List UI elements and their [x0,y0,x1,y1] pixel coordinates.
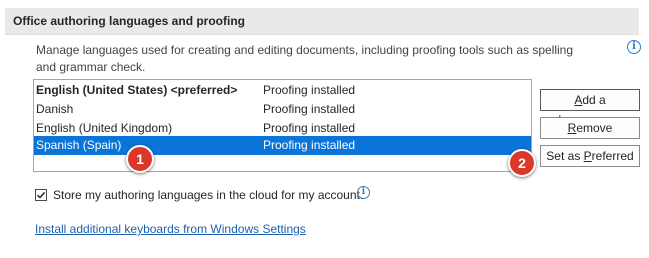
language-row-danish[interactable]: Danish Proofing installed [34,100,531,119]
language-row-english-us[interactable]: English (United States) <preferred> Proo… [34,81,531,100]
remove-button[interactable]: Remove [540,117,640,139]
language-list[interactable]: English (United States) <preferred> Proo… [33,79,532,172]
step-badge-1: 1 [126,145,154,173]
section-header: Office authoring languages and proofing [5,8,639,35]
language-row-spanish-selected[interactable]: Spanish (Spain) Proofing installed [34,136,531,155]
add-language-button[interactable]: Add a Language... [540,89,640,127]
remove-label: emove [576,121,613,135]
language-status: Proofing installed [263,102,356,116]
mnemonic-p: P [583,149,592,163]
mnemonic-r: R [567,121,577,135]
language-status: Proofing installed [263,83,356,97]
set-as-label-end: referred [591,149,634,163]
language-status: Proofing installed [263,138,356,152]
set-as-label-start: Set as [546,149,584,163]
store-in-cloud-label[interactable]: Store my authoring languages in the clou… [53,188,363,202]
checkmark-icon [36,191,46,199]
install-keyboards-link[interactable]: Install additional keyboards from Window… [35,222,306,236]
description-text: Manage languages used for creating and e… [36,43,574,74]
language-name: English (United States) <preferred> [36,83,238,97]
language-name: Spanish (Spain) [36,138,122,152]
store-in-cloud-checkbox[interactable] [35,189,47,201]
language-name: Danish [36,102,74,116]
section-title: Office authoring languages and proofing [13,14,246,28]
info-icon[interactable]: i [627,40,641,54]
cloud-info-icon[interactable]: i [357,186,370,199]
step-badge-2: 2 [508,149,536,177]
set-as-preferred-button[interactable]: Set as Preferred [540,145,640,167]
